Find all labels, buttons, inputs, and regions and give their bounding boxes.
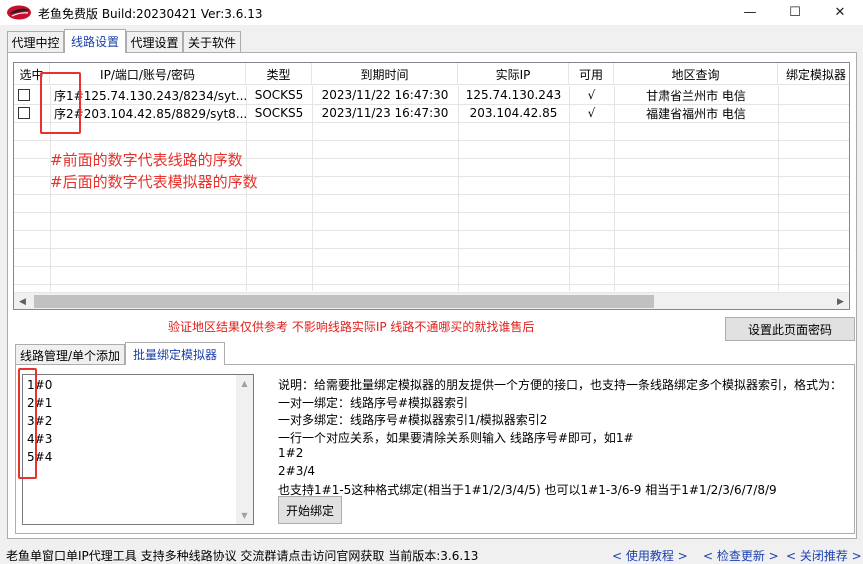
table-body: 序1#125.74.130.243/8234/syt... SOCKS5 202… — [14, 86, 849, 122]
title-bar: 老鱼免费版 Build:20230421 Ver:3.6.13 — ☐ ✕ — [0, 0, 863, 25]
col-header-region[interactable]: 地区查询 — [614, 63, 778, 85]
annotation-highlight-box — [18, 368, 37, 479]
col-header-bound[interactable]: 绑定模拟器 — [778, 63, 849, 85]
bind-mapping-input[interactable]: 1#0 2#1 3#2 4#3 5#4 ▲ ▼ — [22, 374, 254, 525]
status-text: 老鱼单窗口单IP代理工具 支持多种线路协议 交流群请点击访问官网获取 当前版本:… — [6, 549, 479, 563]
tab-proxy-settings[interactable]: 代理设置 — [126, 31, 183, 53]
cell-real-ip: 125.74.130.243 — [465, 88, 562, 102]
scroll-right-icon[interactable]: ▶ — [832, 293, 849, 309]
instruction-line: 一对多绑定：线路序号#模拟器索引1/模拟器索引2 — [278, 413, 548, 427]
tab-about[interactable]: 关于软件 — [183, 31, 241, 53]
row-checkbox[interactable] — [18, 89, 30, 101]
region-notice: 验证地区结果仅供参考 不影响线路实际IP 线路不通哪买的就找谁售后 — [168, 320, 535, 334]
close-recommend-link[interactable]: < 关闭推荐 > — [786, 547, 862, 564]
col-header-real-ip[interactable]: 实际IP — [458, 63, 569, 85]
table-header: 选中 IP/端口/账号/密码 类型 到期时间 实际IP 可用 地区查询 绑定模拟… — [14, 63, 849, 85]
maximize-icon: ☐ — [789, 5, 801, 20]
cell-expire: 2023/11/22 16:47:30 — [321, 88, 449, 102]
cell-type: SOCKS5 — [254, 106, 304, 120]
cell-type: SOCKS5 — [254, 88, 304, 102]
close-icon: ✕ — [834, 5, 846, 20]
instruction-line: 一行一个对应关系，如果要清除关系则输入 线路序号#即可，如1# — [278, 431, 634, 445]
status-bar: 老鱼单窗口单IP代理工具 支持多种线路协议 交流群请点击访问官网获取 当前版本:… — [0, 545, 863, 563]
col-header-expire[interactable]: 到期时间 — [312, 63, 458, 85]
instruction-line: 一对一绑定：线路序号#模拟器索引 — [278, 396, 469, 410]
tutorial-link[interactable]: < 使用教程 > — [612, 547, 688, 564]
table-horizontal-scrollbar[interactable]: ◀ ▶ — [14, 292, 849, 309]
instruction-line: 1#2 — [278, 446, 304, 460]
annotation-highlight-box — [40, 72, 81, 134]
instruction-line: 说明：给需要批量绑定模拟器的朋友提供一个方便的接口，也支持一条线路绑定多个模拟器… — [278, 378, 843, 392]
scroll-up-icon[interactable]: ▲ — [236, 375, 253, 392]
cell-expire: 2023/11/23 16:47:30 — [321, 106, 449, 120]
scroll-left-icon[interactable]: ◀ — [14, 293, 31, 309]
check-update-link[interactable]: < 检查更新 > — [703, 547, 779, 564]
minimize-icon: — — [743, 5, 757, 20]
cell-region: 甘肃省兰州市 电信 — [646, 88, 746, 103]
maximize-button[interactable]: ☐ — [772, 0, 818, 25]
row-checkbox[interactable] — [18, 107, 30, 119]
col-header-available[interactable]: 可用 — [569, 63, 614, 85]
instruction-line: 2#3/4 — [278, 464, 316, 478]
annotation-text-line: #前面的数字代表线路的序数 — [50, 151, 243, 169]
set-page-password-button[interactable]: 设置此页面密码 — [725, 317, 855, 341]
cell-real-ip: 203.104.42.85 — [469, 106, 558, 120]
table-row[interactable]: 序1#125.74.130.243/8234/syt... SOCKS5 202… — [14, 86, 849, 104]
cell-available: √ — [587, 106, 596, 120]
scrollbar-thumb[interactable] — [34, 295, 654, 308]
annotation-text-emulator: #后面的数字代表模拟器的序数 — [50, 173, 258, 191]
cell-bound — [778, 86, 849, 104]
cell-available: √ — [587, 88, 596, 102]
window-title: 老鱼免费版 Build:20230421 Ver:3.6.13 — [38, 7, 263, 21]
col-header-type[interactable]: 类型 — [246, 63, 312, 85]
tab-line-management[interactable]: 线路管理/单个添加 — [15, 344, 125, 365]
tab-proxy-control[interactable]: 代理中控 — [7, 31, 64, 53]
cell-region: 福建省福州市 电信 — [646, 106, 746, 121]
tab-batch-bind-emulator[interactable]: 批量绑定模拟器 — [125, 342, 225, 365]
scroll-down-icon[interactable]: ▼ — [236, 507, 253, 524]
start-bind-button[interactable]: 开始绑定 — [278, 496, 342, 524]
instruction-line: 也支持1#1-5这种格式绑定(相当于1#1/2/3/4/5) 也可以1#1-3/… — [278, 483, 777, 497]
app-logo-icon — [7, 5, 31, 20]
close-button[interactable]: ✕ — [817, 0, 863, 25]
minimize-button[interactable]: — — [727, 0, 773, 25]
table-row[interactable]: 序2#203.104.42.85/8829/syt8... SOCKS5 202… — [14, 104, 849, 122]
cell-bound — [778, 104, 849, 122]
tab-line-settings[interactable]: 线路设置 — [64, 29, 126, 53]
input-vertical-scrollbar[interactable]: ▲ ▼ — [236, 375, 253, 524]
